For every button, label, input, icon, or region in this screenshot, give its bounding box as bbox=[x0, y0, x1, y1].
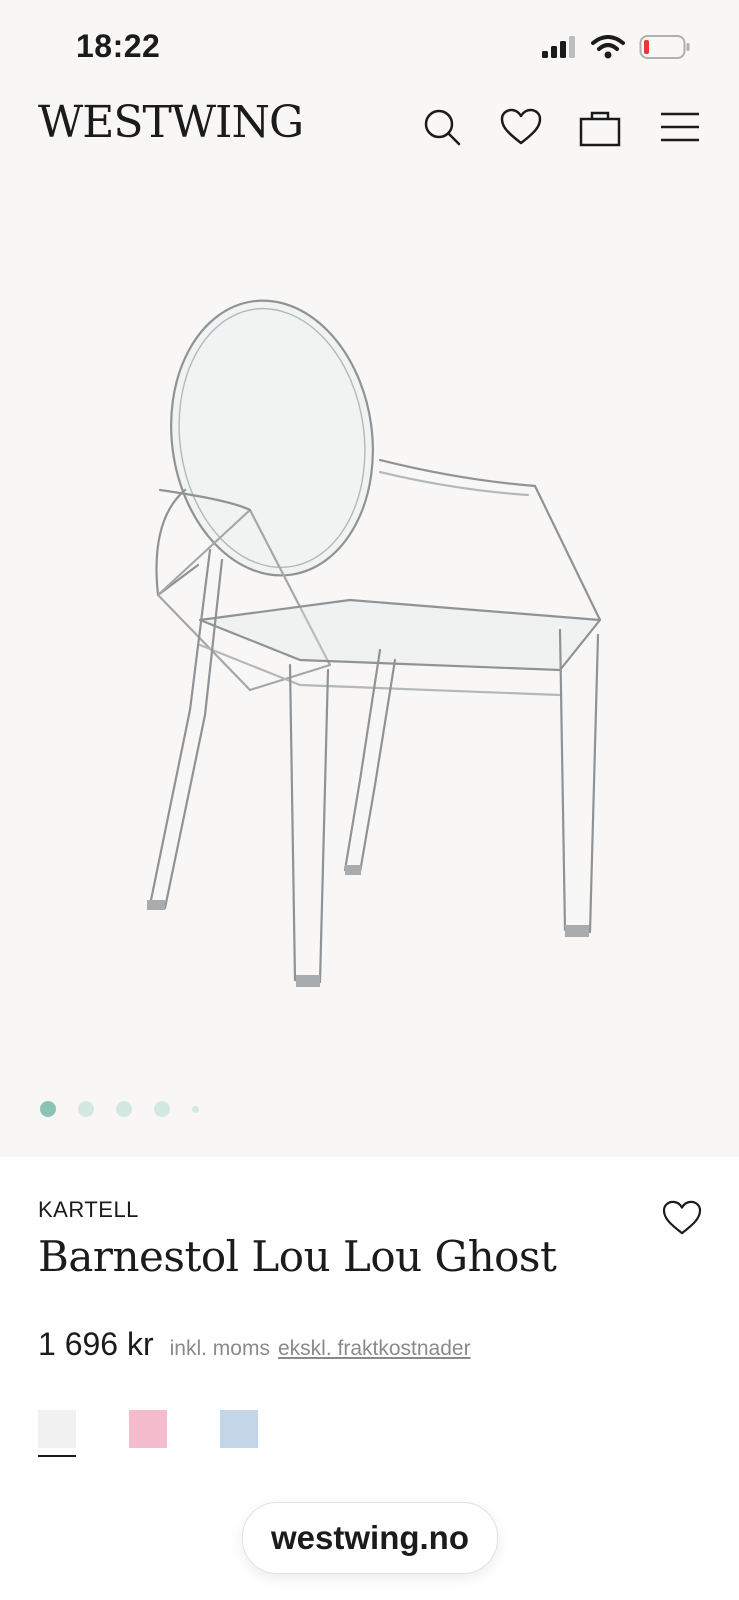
gallery-dot-4[interactable] bbox=[154, 1101, 170, 1117]
battery-icon bbox=[639, 35, 690, 59]
color-swatch-pink[interactable] bbox=[129, 1410, 167, 1448]
product-image-chair bbox=[147, 299, 602, 987]
search-icon[interactable] bbox=[420, 105, 464, 149]
product-image-gallery[interactable] bbox=[0, 190, 739, 1157]
status-bar: 18:22 bbox=[0, 0, 739, 95]
color-swatch-blue[interactable] bbox=[220, 1410, 258, 1448]
site-header: WESTWING bbox=[0, 95, 739, 190]
gallery-dot-2[interactable] bbox=[78, 1101, 94, 1117]
bag-icon[interactable] bbox=[578, 105, 622, 149]
price-row: 1 696 kr inkl. moms ekskl. fraktkostnade… bbox=[38, 1326, 471, 1363]
wishlist-button[interactable] bbox=[660, 1196, 704, 1240]
heart-icon[interactable] bbox=[499, 105, 543, 149]
heart-icon bbox=[662, 1200, 702, 1235]
wifi-icon bbox=[591, 35, 625, 59]
product-brand[interactable]: KARTELL bbox=[38, 1197, 139, 1223]
product-title: Barnestol Lou Lou Ghost bbox=[38, 1232, 557, 1281]
vat-note: inkl. moms bbox=[169, 1337, 270, 1360]
signal-icon bbox=[542, 36, 575, 58]
shipping-costs-link[interactable]: ekskl. fraktkostnader bbox=[278, 1337, 471, 1361]
browser-url-bar[interactable]: westwing.no bbox=[242, 1502, 498, 1574]
site-logo[interactable]: WESTWING bbox=[38, 97, 304, 148]
selected-swatch-indicator bbox=[38, 1455, 76, 1457]
status-time: 18:22 bbox=[76, 28, 161, 64]
gallery-dot-1[interactable] bbox=[40, 1101, 56, 1117]
product-price: 1 696 kr bbox=[38, 1326, 154, 1362]
gallery-dot-3[interactable] bbox=[116, 1101, 132, 1117]
gallery-pagination bbox=[40, 1101, 199, 1117]
gallery-dot-5[interactable] bbox=[192, 1105, 199, 1113]
color-swatch-clear[interactable] bbox=[38, 1410, 76, 1448]
menu-icon[interactable] bbox=[658, 105, 702, 149]
status-icons bbox=[541, 34, 691, 60]
